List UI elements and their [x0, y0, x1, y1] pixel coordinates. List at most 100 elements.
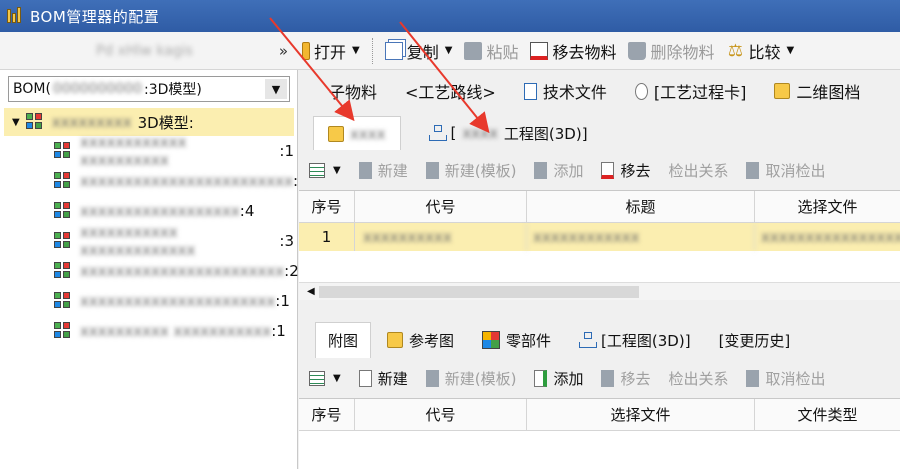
col-header[interactable]: 标题	[527, 191, 755, 222]
delete-material-button[interactable]: 删除物料	[628, 39, 714, 63]
paste-icon	[464, 41, 483, 60]
col-header[interactable]: 序号	[299, 191, 355, 222]
tab-eng-drawing[interactable]: [xxxx 工程图(3D)]	[415, 116, 602, 150]
remove-doc-icon	[601, 369, 615, 387]
tab-attachments[interactable]: 附图	[315, 322, 372, 358]
bom-node-icon	[54, 322, 72, 340]
checkout-relation-button[interactable]: 检出关系	[668, 368, 728, 389]
add-button[interactable]: 添加	[534, 368, 583, 389]
open-button[interactable]: 打开 ▼	[302, 39, 360, 63]
main-toolbar: 打开 ▼ 复制 ▼ 粘贴 移去物料 删除物料 ⚖ 比较 ▼	[298, 32, 900, 70]
new-template-button[interactable]: 新建(模板)	[425, 368, 516, 389]
left-header: Pd xHlw kagis »	[0, 32, 298, 70]
col-header[interactable]: 选择文件	[527, 399, 755, 430]
remove-material-button[interactable]: 移去物料	[530, 39, 616, 63]
template-doc-icon	[425, 369, 439, 387]
attachments-grid: 序号 代号 选择文件 文件类型	[299, 398, 900, 469]
mid-tab-strip: xxxx [xxxx 工程图(3D)]	[299, 112, 900, 150]
view-list-dropdown[interactable]: ▼	[309, 162, 341, 178]
process-card-icon	[634, 82, 648, 100]
new-button[interactable]: 新建	[358, 160, 408, 181]
scroll-left-icon[interactable]: ◀	[307, 286, 315, 297]
bom-node-icon	[54, 172, 72, 190]
tree-item[interactable]: xxxxxxxxxx xxxxxxxxxxx:1	[4, 316, 294, 346]
action-bar-2: ▼ 新建 新建(模板) 添加 移去 检出关系 取消检出	[299, 362, 900, 394]
cancel-checkout-icon	[746, 369, 760, 387]
tab-tech-docs[interactable]: 技术文件	[523, 79, 607, 103]
chevron-down-icon[interactable]: ▼	[265, 79, 287, 99]
add-doc-icon	[534, 161, 548, 179]
tab-eng-drawing-3d[interactable]: [工程图(3D)]	[567, 322, 703, 358]
col-header[interactable]: 文件类型	[755, 399, 900, 430]
scale-icon: ⚖	[727, 40, 744, 61]
collapse-chevron-icon[interactable]: »	[279, 42, 288, 60]
tab-process-card[interactable]: [工艺过程卡]	[634, 79, 746, 103]
bom-select[interactable]: BOM( 0000000000 :3D模型) ▼	[8, 76, 290, 102]
window-title-bar: BOM管理器的配置	[0, 0, 900, 32]
cancel-checkout-button[interactable]: 取消检出	[746, 160, 826, 181]
col-header[interactable]: 序号	[299, 399, 355, 430]
new-button[interactable]: 新建	[358, 368, 408, 389]
app-icon	[6, 7, 24, 25]
tree-item[interactable]: xxxxxxxxxxxxxxxxxx:4	[4, 196, 294, 226]
remove-doc-icon	[601, 161, 615, 179]
expand-triangle-icon[interactable]: ▼	[12, 117, 20, 128]
scroll-thumb[interactable]	[319, 286, 639, 298]
remove-button[interactable]: 移去	[601, 368, 650, 389]
tab-2d-drawing[interactable]: 二维图档	[774, 79, 860, 103]
document-icon	[523, 82, 537, 100]
toolbar-separator	[371, 37, 373, 64]
bom-node-icon	[54, 262, 72, 280]
cancel-checkout-button[interactable]: 取消检出	[746, 368, 826, 389]
tree-item[interactable]: xxxxxxxxxxx xxxxxxxxxxxxx:3	[4, 223, 294, 259]
view-list-dropdown[interactable]: ▼	[309, 370, 341, 386]
add-doc-icon	[534, 369, 548, 387]
col-header[interactable]: 选择文件	[755, 191, 900, 222]
tab-process-route[interactable]: <工艺路线>	[405, 79, 496, 103]
template-doc-icon	[425, 161, 439, 179]
paste-button[interactable]: 粘贴	[464, 39, 518, 63]
add-button[interactable]: 添加	[534, 160, 583, 181]
tree-item[interactable]: xxxxxxxxxxxxxxxxxxxxxxxx:3	[4, 166, 308, 196]
remove-button[interactable]: 移去	[601, 160, 650, 181]
grid-header: 序号 代号 选择文件 文件类型	[299, 399, 900, 431]
compare-button[interactable]: ⚖ 比较 ▼	[726, 39, 794, 63]
hierarchy-icon	[428, 125, 447, 141]
reference-icon	[387, 332, 404, 348]
new-template-button[interactable]: 新建(模板)	[425, 160, 516, 181]
bom-node-icon	[54, 292, 72, 310]
tree-item[interactable]: xxxxxxxxxxxx xxxxxxxxxx:1	[4, 133, 294, 169]
copy-icon	[384, 41, 403, 60]
tab-reference[interactable]: 参考图	[375, 322, 466, 358]
bom-tree-panel: BOM( 0000000000 :3D模型) ▼ ▼ xxxxxxxxx 3D模…	[0, 70, 308, 469]
tree-root-node[interactable]: ▼ xxxxxxxxx 3D模型:	[4, 108, 294, 136]
checkout-relation-button[interactable]: 检出关系	[668, 160, 728, 181]
lock-document-icon	[328, 125, 344, 142]
tree-item[interactable]: xxxxxxxxxxxxxxxxxxxxxxx:2	[4, 256, 299, 286]
tab-hidden-name[interactable]: xxxx	[313, 116, 401, 150]
left-header-label: Pd xHlw kagis	[95, 42, 193, 59]
parts-icon	[482, 331, 501, 349]
folder-icon	[302, 41, 310, 60]
bottom-tab-strip: 附图 参考图 零部件 [工程图(3D)] [变更历史]	[299, 318, 900, 358]
table-row[interactable]: 1 xxxxxxxxxx xxxxxxxxxxxx xxxxxxxxxxxxxx…	[299, 223, 900, 251]
col-header[interactable]: 代号	[355, 399, 527, 430]
bom-tree: ▼ xxxxxxxxx 3D模型: xxxxxxxxxxxx xxxxxxxxx…	[4, 108, 308, 346]
bom-node-icon	[54, 232, 72, 250]
window-title: BOM管理器的配置	[30, 7, 160, 26]
top-tab-strip: 子物料 <工艺路线> 技术文件 [工艺过程卡] 二维图档	[299, 74, 900, 108]
bom-node-icon	[54, 202, 72, 220]
horizontal-scrollbar[interactable]: ◀	[299, 282, 900, 300]
col-header[interactable]: 代号	[355, 191, 527, 222]
tab-change-history[interactable]: [变更历史]	[707, 322, 803, 358]
trash-icon	[628, 41, 647, 60]
cancel-checkout-icon	[746, 161, 760, 179]
documents-grid: 序号 代号 标题 选择文件 1 xxxxxxxxxx xxxxxxxxxxxx …	[299, 190, 900, 282]
tab-sub-material[interactable]: 子物料	[329, 79, 377, 103]
action-bar-1: ▼ 新建 新建(模板) 添加 移去 检出关系 取消检出	[299, 154, 900, 186]
tab-parts[interactable]: 零部件	[470, 322, 563, 358]
tree-item[interactable]: xxxxxxxxxxxxxxxxxxxxxx:1	[4, 286, 294, 316]
list-icon	[309, 162, 325, 178]
grid-header: 序号 代号 标题 选择文件	[299, 191, 900, 223]
copy-button[interactable]: 复制 ▼	[384, 39, 452, 63]
